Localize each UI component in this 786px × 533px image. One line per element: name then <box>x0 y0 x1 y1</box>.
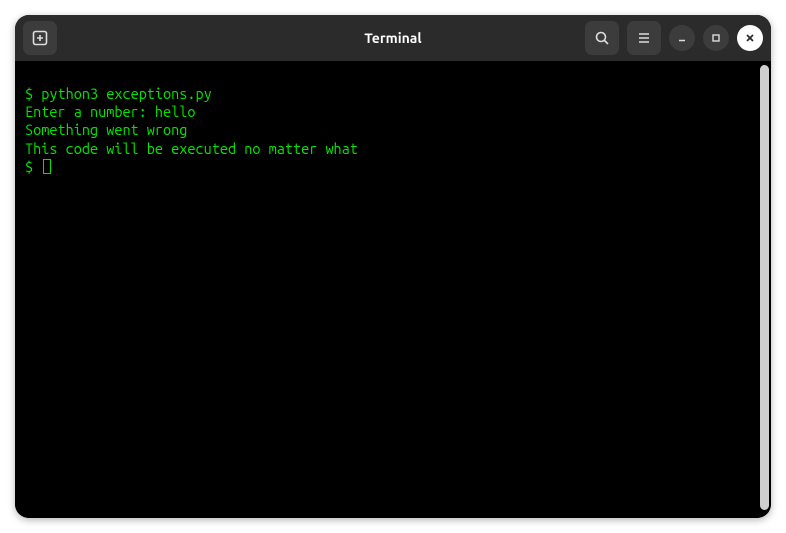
prompt-symbol: $ <box>25 158 33 175</box>
terminal-line: $ python3 exceptions.py <box>25 85 761 103</box>
cursor <box>43 159 51 174</box>
new-tab-button[interactable] <box>23 21 57 55</box>
window-title: Terminal <box>364 30 421 46</box>
maximize-icon <box>710 32 722 44</box>
terminal-line: Something went wrong <box>25 121 761 139</box>
titlebar-right <box>585 21 763 55</box>
terminal-window: Terminal <box>15 15 771 518</box>
titlebar-left <box>23 21 57 55</box>
hamburger-icon <box>636 30 652 46</box>
terminal-output[interactable]: $ python3 exceptions.pyEnter a number: h… <box>15 61 771 518</box>
minimize-icon <box>676 32 688 44</box>
search-icon <box>594 30 610 46</box>
terminal-line: $ <box>25 158 761 176</box>
prompt-symbol: $ <box>25 85 33 102</box>
search-button[interactable] <box>585 21 619 55</box>
maximize-button[interactable] <box>703 25 729 51</box>
terminal-line: This code will be executed no matter wha… <box>25 140 761 158</box>
close-icon <box>744 32 756 44</box>
close-button[interactable] <box>737 25 763 51</box>
command-text: python3 exceptions.py <box>41 85 212 102</box>
new-tab-icon <box>31 29 49 47</box>
menu-button[interactable] <box>627 21 661 55</box>
titlebar: Terminal <box>15 15 771 61</box>
terminal-line: Enter a number: hello <box>25 103 761 121</box>
minimize-button[interactable] <box>669 25 695 51</box>
scrollbar[interactable] <box>760 65 769 510</box>
